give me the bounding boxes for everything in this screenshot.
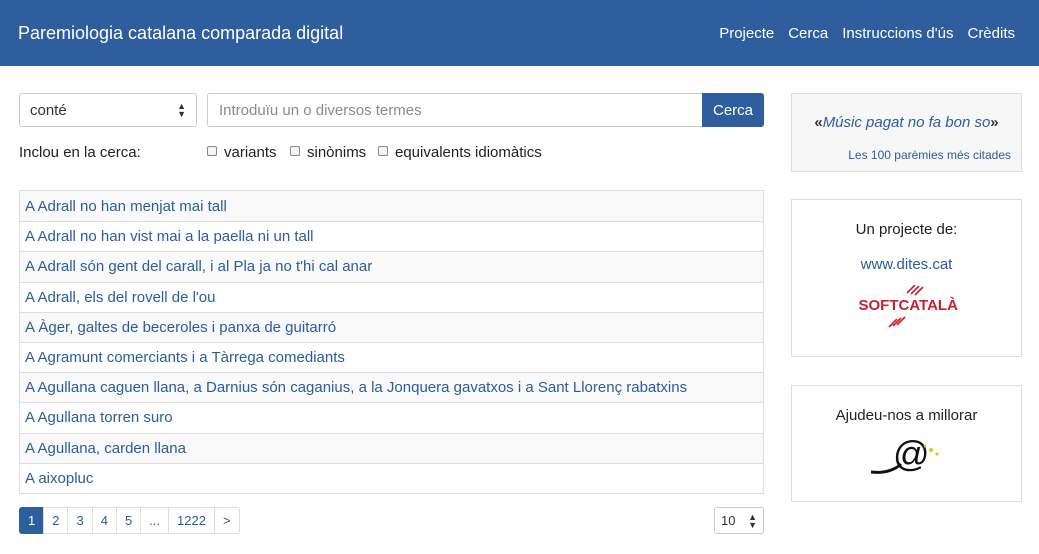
filter-equivalents-label: equivalents idiomàtics <box>395 144 542 161</box>
table-row: A Agullana, carden llana <box>20 432 763 463</box>
result-link[interactable]: A Agullana, carden llana <box>25 440 186 457</box>
result-link[interactable]: A aixopluc <box>25 470 93 487</box>
filter-sinonims-label: sinònims <box>307 144 367 161</box>
next-page-button[interactable]: > <box>213 507 240 534</box>
project-panel: Un projecte de: www.dites.cat SOFTCATALÀ <box>791 199 1022 357</box>
filter-variants-label: variants <box>224 144 277 161</box>
search-button[interactable]: Cerca <box>702 93 764 127</box>
filter-sinonims[interactable]: sinònims <box>290 144 366 161</box>
quote-close-mark: » <box>990 114 999 131</box>
search-input[interactable] <box>207 93 702 127</box>
table-row: A Adrall no han vist mai a la paella ni … <box>20 221 763 251</box>
at-sign-icon[interactable]: @ <box>867 433 947 478</box>
filter-equivalents[interactable]: equivalents idiomàtics <box>378 144 542 161</box>
page-ellipsis: ... <box>140 507 170 534</box>
navbar: Paremiologia catalana comparada digital … <box>0 0 1039 66</box>
search-filters: Inclou en la cerca: variants sinònims eq… <box>19 143 764 163</box>
featured-quote-panel: «Músic pagat no fa bon so» Les 100 parèm… <box>791 93 1022 172</box>
per-page-select[interactable]: 10 ▲ ▼ <box>714 507 764 534</box>
svg-text:@: @ <box>893 434 930 474</box>
featured-quote-link[interactable]: Músic pagat no fa bon so <box>823 114 991 131</box>
quote-open-mark: « <box>814 114 823 131</box>
project-label: Un projecte de: <box>855 221 958 238</box>
updown-arrows-icon: ▲ ▼ <box>748 511 757 530</box>
table-row: A aixopluc <box>20 462 763 493</box>
sinonims-checkbox[interactable] <box>290 145 300 156</box>
result-link[interactable]: A Agramunt comerciants i a Tàrrega comed… <box>25 349 345 366</box>
search-mode-select[interactable]: conté ▲ ▼ <box>19 93 197 127</box>
table-row: A Agramunt comerciants i a Tàrrega comed… <box>20 341 763 372</box>
result-link[interactable]: A Adrall, els del rovell de l'ou <box>25 289 215 306</box>
result-link[interactable]: A Adrall no han vist mai a la paella ni … <box>25 228 314 245</box>
table-row: A Agullana torren suro <box>20 402 763 432</box>
filter-variants[interactable]: variants <box>207 144 277 161</box>
table-row: A Adrall no han menjat mai tall <box>20 191 763 222</box>
result-link[interactable]: A Agullana torren suro <box>25 409 173 426</box>
help-label: Ajudeu-nos a millorar <box>835 407 978 424</box>
nav-link-projecte[interactable]: Projecte <box>719 25 774 42</box>
nav-link-credits[interactable]: Crèdits <box>967 25 1015 42</box>
variants-checkbox[interactable] <box>207 145 217 156</box>
result-link[interactable]: A Àger, galtes de beceroles i panxa de g… <box>25 319 336 336</box>
updown-arrows-icon: ▲ ▼ <box>177 101 186 119</box>
help-panel: Ajudeu-nos a millorar @ <box>791 385 1022 502</box>
page-1-button[interactable]: 1 <box>19 507 45 534</box>
filters-label: Inclou en la cerca: <box>19 144 141 161</box>
nav-links: Projecte Cerca Instruccions d'ús Crèdits <box>719 25 1015 42</box>
equivalents-checkbox[interactable] <box>378 145 388 156</box>
page-4-button[interactable]: 4 <box>91 507 117 534</box>
table-row: A Àger, galtes de beceroles i panxa de g… <box>20 311 763 342</box>
nav-link-cerca[interactable]: Cerca <box>788 25 828 42</box>
result-link[interactable]: A Adrall no han menjat mai tall <box>25 198 227 215</box>
softcatala-logo[interactable]: SOFTCATALÀ <box>857 284 958 329</box>
per-page-value: 10 <box>721 513 736 528</box>
top100-link[interactable]: Les 100 parèmies més citades <box>848 148 1011 162</box>
page-3-button[interactable]: 3 <box>67 507 93 534</box>
page-2-button[interactable]: 2 <box>43 507 69 534</box>
pagination: 1 2 3 4 5 ... 1222 > <box>19 507 240 534</box>
featured-quote: «Músic pagat no fa bon so» <box>792 114 1021 131</box>
softcatala-logo-text: SOFTCATALÀ <box>858 297 958 314</box>
search-bar: conté ▲▼ Cerca <box>19 93 764 127</box>
table-row: A Adrall, els del rovell de l'ou <box>20 281 763 312</box>
page-last-button[interactable]: 1222 <box>168 507 215 534</box>
page-5-button[interactable]: 5 <box>115 507 142 534</box>
search-mode-value: conté <box>30 101 67 119</box>
dites-link[interactable]: www.dites.cat <box>792 256 1021 273</box>
site-brand[interactable]: Paremiologia catalana comparada digital <box>18 23 343 44</box>
nav-link-instruccions[interactable]: Instruccions d'ús <box>842 25 953 42</box>
result-link[interactable]: A Adrall són gent del carall, i al Pla j… <box>25 258 372 275</box>
result-link[interactable]: A Agullana caguen llana, a Darnius són c… <box>25 379 687 396</box>
table-row: A Agullana caguen llana, a Darnius són c… <box>20 372 763 403</box>
results-table: A Adrall no han menjat mai tall A Adrall… <box>19 190 764 494</box>
table-row: A Adrall són gent del carall, i al Pla j… <box>20 251 763 282</box>
